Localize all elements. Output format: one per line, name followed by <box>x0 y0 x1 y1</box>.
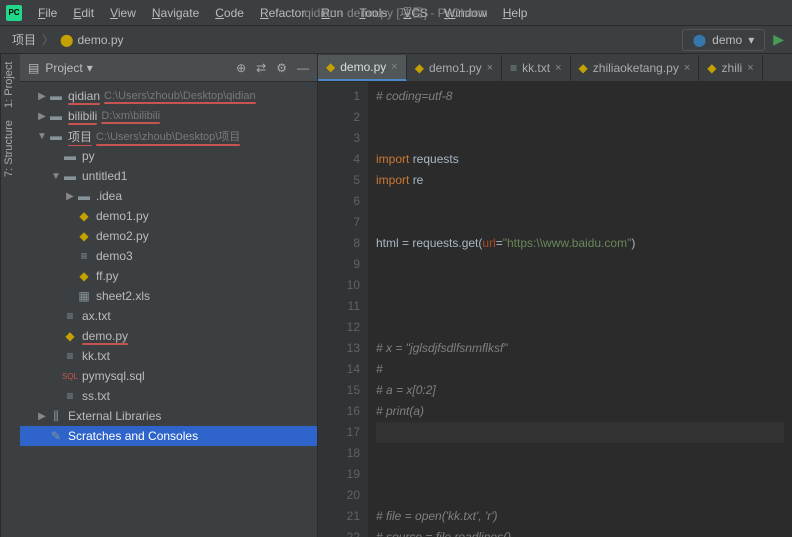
window-title: qidian - demo.py [项目] - PyCharm <box>304 4 487 21</box>
tree-item[interactable]: SQLpymysql.sql <box>20 366 317 386</box>
title-bar: PC FileEditViewNavigateCodeRefactorRunTo… <box>0 0 792 26</box>
tree-item[interactable]: ≡demo3 <box>20 246 317 266</box>
tree-item[interactable]: ▼▬项目C:\Users\zhoub\Desktop\项目 <box>20 126 317 146</box>
tree-item[interactable]: ≡ss.txt <box>20 386 317 406</box>
breadcrumb-file[interactable]: ⬤ demo.py <box>56 31 127 49</box>
tree-item[interactable]: ◆ff.py <box>20 266 317 286</box>
tree-item[interactable]: ◆demo1.py <box>20 206 317 226</box>
app-logo-icon: PC <box>6 5 22 21</box>
code-editor[interactable]: 12345678910111213141516171819202122 # co… <box>318 82 792 537</box>
project-tab[interactable]: 1: Project <box>3 62 18 108</box>
editor-tab[interactable]: ◆demo1.py× <box>407 55 502 81</box>
tree-item[interactable]: ▶⫼External Libraries <box>20 406 317 426</box>
menu-help[interactable]: Help <box>495 3 536 23</box>
tree-item[interactable]: ▶▬bilibiliD:\xm\bilibili <box>20 106 317 126</box>
editor-tab[interactable]: ◆zhili× <box>699 55 762 81</box>
tree-item[interactable]: ≡kk.txt <box>20 346 317 366</box>
tree-item[interactable]: ✎Scratches and Consoles <box>20 426 317 446</box>
menu-navigate[interactable]: Navigate <box>144 3 207 23</box>
chevron-right-icon: 〉 <box>42 31 54 48</box>
menu-view[interactable]: View <box>102 3 144 23</box>
python-icon: ⬤ <box>693 33 706 47</box>
dropdown-arrow-icon[interactable]: ▾ <box>87 61 93 75</box>
editor-tabs: ◆demo.py×◆demo1.py×≡kk.txt×◆zhiliaoketan… <box>318 54 792 82</box>
tree-item[interactable]: ◆demo2.py <box>20 226 317 246</box>
close-tab-icon[interactable]: × <box>391 61 397 73</box>
structure-tab[interactable]: 7: Structure <box>3 120 18 177</box>
menu-file[interactable]: File <box>30 3 65 23</box>
project-view-icon: ▤ <box>28 61 39 75</box>
close-tab-icon[interactable]: × <box>487 62 493 74</box>
tree-item[interactable]: ▶▬.idea <box>20 186 317 206</box>
project-tree[interactable]: ▶▬qidianC:\Users\zhoub\Desktop\qidian▶▬b… <box>20 82 317 537</box>
breadcrumb-root[interactable]: 项目 <box>8 29 40 50</box>
tree-item[interactable]: ◆demo.py <box>20 326 317 346</box>
tree-item[interactable]: ≡ax.txt <box>20 306 317 326</box>
line-number-gutter: 12345678910111213141516171819202122 <box>318 82 368 537</box>
menu-edit[interactable]: Edit <box>65 3 102 23</box>
collapse-icon[interactable]: ⇄ <box>256 61 266 75</box>
close-tab-icon[interactable]: × <box>684 62 690 74</box>
python-file-icon: ⬤ <box>60 33 73 47</box>
editor-tab[interactable]: ≡kk.txt× <box>502 55 570 81</box>
tree-item[interactable]: ▦sheet2.xls <box>20 286 317 306</box>
minimize-icon[interactable]: — <box>297 61 309 75</box>
sidebar-header: ▤ Project ▾ ⊕ ⇄ ⚙ — <box>20 54 317 82</box>
tool-window-stripe: 7: Structure 1: Project <box>0 54 20 537</box>
editor-area: ◆demo.py×◆demo1.py×≡kk.txt×◆zhiliaoketan… <box>318 54 792 537</box>
run-button[interactable]: ▶ <box>773 31 784 48</box>
tree-item[interactable]: ▼▬untitled1 <box>20 166 317 186</box>
editor-tab[interactable]: ◆demo.py× <box>318 55 407 81</box>
dropdown-arrow-icon: ▾ <box>748 33 754 47</box>
locate-icon[interactable]: ⊕ <box>236 61 246 75</box>
tree-item[interactable]: ▶▬qidianC:\Users\zhoub\Desktop\qidian <box>20 86 317 106</box>
sidebar-title[interactable]: Project <box>45 61 82 75</box>
tree-item[interactable]: ▬py <box>20 146 317 166</box>
gear-icon[interactable]: ⚙ <box>276 61 287 75</box>
close-tab-icon[interactable]: × <box>555 62 561 74</box>
run-configuration-selector[interactable]: ⬤ demo ▾ <box>682 29 766 51</box>
menu-code[interactable]: Code <box>207 3 252 23</box>
close-tab-icon[interactable]: × <box>747 62 753 74</box>
editor-tab[interactable]: ◆zhiliaoketang.py× <box>571 55 700 81</box>
navigation-bar: 项目 〉 ⬤ demo.py ⬤ demo ▾ ▶ <box>0 26 792 54</box>
code-body[interactable]: # coding=utf-8 import requestsimport re … <box>368 82 792 537</box>
project-sidebar: ▤ Project ▾ ⊕ ⇄ ⚙ — ▶▬qidianC:\Users\zho… <box>20 54 318 537</box>
